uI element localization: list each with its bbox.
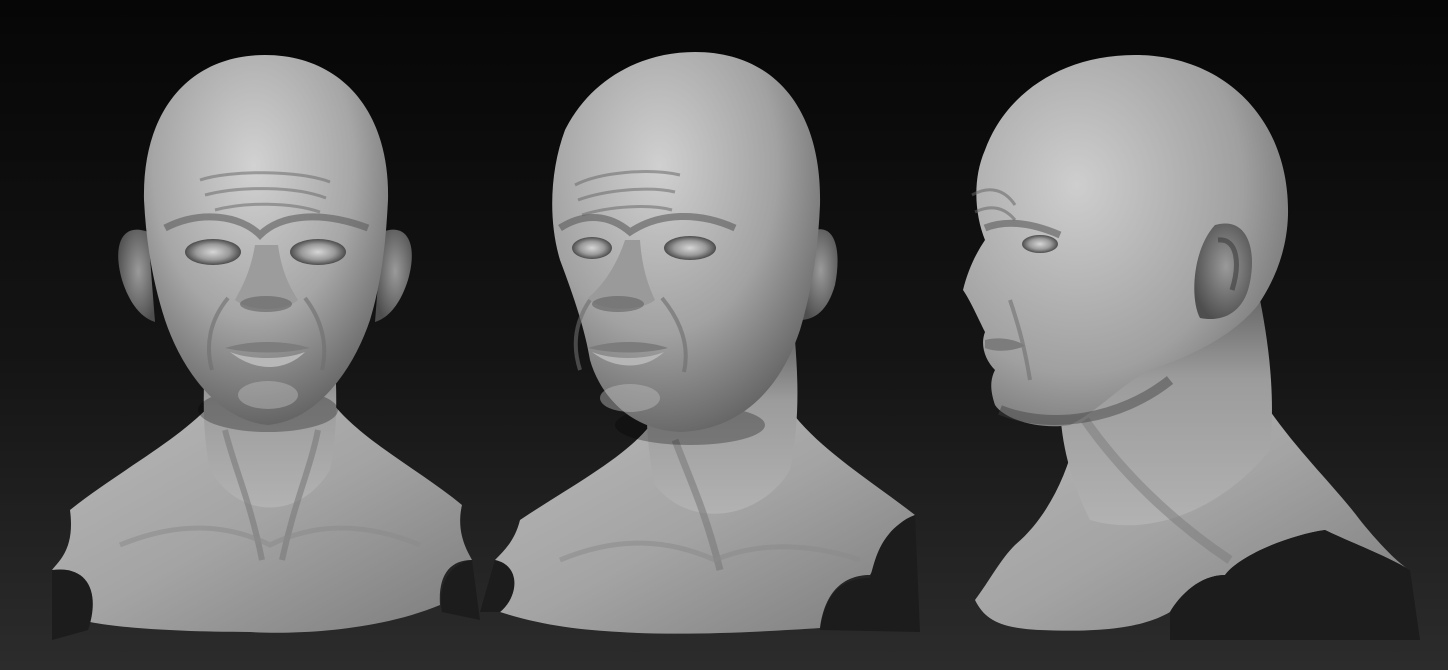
three-quarter-nostril-shadow — [592, 296, 644, 312]
profile-eye — [1022, 235, 1058, 253]
front-eye-left — [185, 239, 241, 265]
three-quarter-chin-highlight — [600, 384, 660, 412]
sculpt-render — [0, 0, 1448, 670]
three-quarter-eye-left — [572, 237, 612, 259]
three-quarter-eye-right — [664, 236, 716, 260]
front-nostril-shadow — [240, 296, 292, 312]
sculpt-viewport — [0, 0, 1448, 670]
front-eye-right — [290, 239, 346, 265]
front-chin-highlight — [238, 381, 298, 409]
